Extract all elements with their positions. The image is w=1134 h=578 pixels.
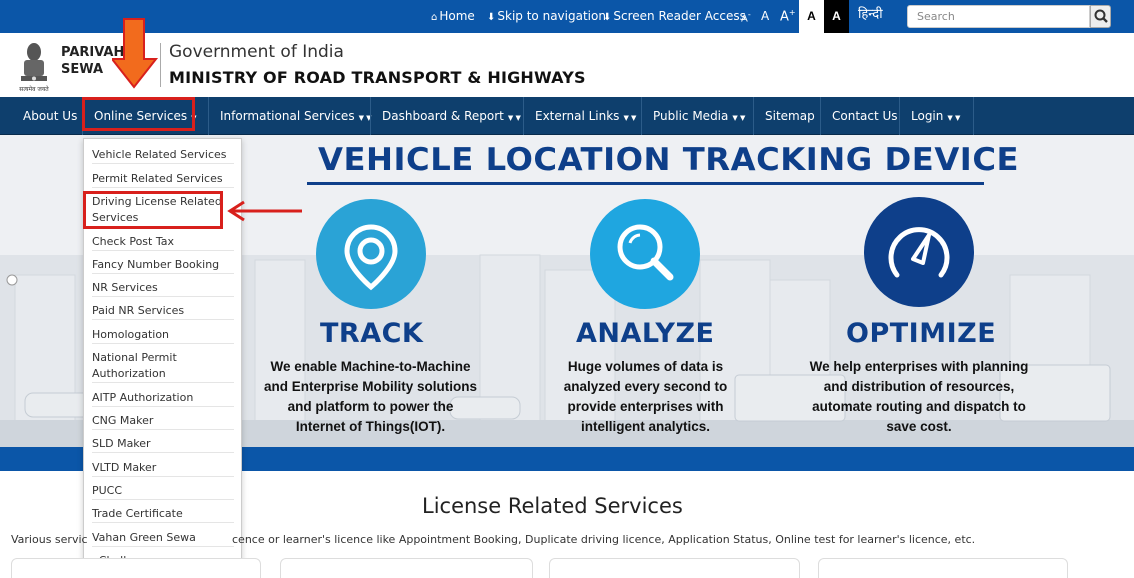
dark-contrast-button[interactable]: A: [824, 0, 849, 33]
arrow-down-icon: ⬇: [487, 12, 496, 23]
arrow-down-icon: ⬇: [603, 12, 612, 23]
optimize-description: We help enterprises with planning and di…: [809, 359, 1029, 434]
dropdown-item-homologation[interactable]: Homologation: [92, 327, 234, 344]
service-card[interactable]: [280, 558, 533, 578]
government-title: Government of India: [169, 42, 344, 62]
home-icon: ⌂: [431, 12, 438, 23]
dropdown-item-cng-maker[interactable]: CNG Maker: [92, 413, 234, 430]
dropdown-item-vahan-green[interactable]: Vahan Green Sewa: [92, 530, 234, 547]
dropdown-item-paid-nr[interactable]: Paid NR Services: [92, 303, 234, 320]
national-emblem-logo: सत्यमेव जयते: [19, 43, 49, 93]
section-heading: License Related Services: [422, 494, 683, 518]
optimize-circle: [864, 197, 974, 307]
font-normal-button[interactable]: A: [761, 9, 769, 23]
highlight-box-driving-license: [83, 191, 223, 229]
service-card[interactable]: [11, 558, 261, 578]
orange-arrow-down-icon: [112, 18, 159, 89]
ministry-title: MINISTRY OF ROAD TRANSPORT & HIGHWAYS: [169, 68, 586, 87]
track-heading: TRACK: [320, 318, 424, 349]
location-pin-icon: [344, 224, 398, 291]
dropdown-item-vltd-maker[interactable]: VLTD Maker: [92, 460, 234, 477]
service-card[interactable]: [549, 558, 800, 578]
search-input[interactable]: [907, 5, 1090, 28]
dropdown-item-nr-services[interactable]: NR Services: [92, 280, 234, 297]
dropdown-item-aitp[interactable]: AITP Authorization: [92, 390, 234, 407]
dropdown-item-vehicle-related[interactable]: Vehicle Related Services: [92, 147, 234, 164]
title-underline: [307, 182, 984, 185]
caret-down-icon: ▼ ▼: [507, 114, 521, 122]
magnifier-icon: [617, 224, 674, 281]
light-contrast-button[interactable]: A: [799, 0, 824, 33]
dropdown-item-pucc[interactable]: PUCC: [92, 483, 234, 500]
nav-contact-us[interactable]: Contact Us: [820, 97, 899, 135]
optimize-heading: OPTIMIZE: [846, 318, 997, 349]
search-button[interactable]: [1090, 5, 1111, 28]
dropdown-item-sld-maker[interactable]: SLD Maker: [92, 436, 234, 453]
highlight-box-online-services: [82, 97, 195, 131]
skip-navigation-link[interactable]: ⬇ Skip to navigation: [487, 9, 606, 25]
nav-informational-services[interactable]: Informational Services ▼ ▼: [208, 97, 372, 135]
analyze-description: Huge volumes of data is analyzed every s…: [563, 359, 728, 434]
analyze-circle: [590, 199, 700, 309]
nav-sitemap[interactable]: Sitemap: [753, 97, 820, 135]
dropdown-item-permit-related[interactable]: Permit Related Services: [92, 171, 234, 188]
red-arrow-left-icon: [227, 200, 302, 222]
font-increase-button[interactable]: A+: [780, 8, 796, 24]
nav-public-media[interactable]: Public Media ▼ ▼: [641, 97, 753, 135]
font-decrease-button[interactable]: A-: [741, 10, 751, 24]
brand-line-2: SEWA: [61, 62, 104, 77]
home-link[interactable]: ⌂ Home: [431, 9, 475, 25]
service-card[interactable]: [818, 558, 1068, 578]
banner-title: VEHICLE LOCATION TRACKING DEVICE: [318, 142, 1020, 178]
dropdown-item-check-post-tax[interactable]: Check Post Tax: [92, 234, 234, 251]
nav-about-us[interactable]: About Us: [0, 97, 82, 135]
analyze-heading: ANALYZE: [576, 318, 715, 349]
caret-down-icon: ▼ ▼: [623, 114, 637, 122]
screen-reader-link[interactable]: ⬇ Screen Reader Access: [603, 9, 746, 25]
track-description: We enable Machine-to-Machine and Enterpr…: [263, 359, 478, 434]
nav-login[interactable]: Login ▼ ▼: [899, 97, 974, 135]
section-description-start: Various servic: [11, 533, 88, 546]
nav-dashboard-report[interactable]: Dashboard & Report ▼ ▼: [370, 97, 523, 135]
svg-text:सत्यमेव जयते: सत्यमेव जयते: [19, 85, 49, 93]
caret-down-icon: ▼ ▼: [947, 114, 961, 122]
section-description: cence or learner's licence like Appointm…: [232, 533, 976, 546]
hindi-language-link[interactable]: हिन्दी: [858, 8, 883, 22]
caret-down-icon: ▼ ▼: [732, 114, 746, 122]
dropdown-item-national-permit[interactable]: National Permit Authorization: [92, 350, 234, 383]
track-circle: [316, 199, 426, 309]
nav-external-links[interactable]: External Links ▼ ▼: [523, 97, 641, 135]
gauge-icon: [888, 227, 950, 278]
dropdown-item-fancy-number[interactable]: Fancy Number Booking: [92, 257, 234, 274]
header-divider: [160, 43, 161, 87]
dropdown-item-trade-certificate[interactable]: Trade Certificate: [92, 506, 234, 523]
search-icon: [1094, 9, 1108, 23]
